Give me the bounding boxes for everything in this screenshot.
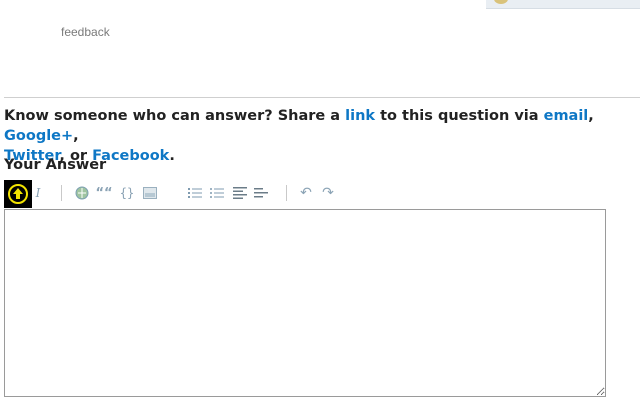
top-right-panel — [486, 0, 640, 9]
editor-toolbar: I ““ {} ↶ ↷ — [4, 180, 608, 208]
toolbar-separator — [286, 185, 287, 201]
share-period: . — [169, 148, 175, 164]
blockquote-button[interactable]: ““ — [95, 184, 113, 202]
heading-button[interactable] — [232, 184, 248, 202]
hyperlink-button[interactable] — [74, 184, 90, 202]
hyperlink-icon — [75, 186, 89, 200]
horizontal-rule-icon — [254, 188, 268, 198]
share-google-link[interactable]: Google+ — [4, 128, 73, 144]
share-prefix: Know someone who can answer? Share a — [4, 108, 346, 124]
share-comma: , — [73, 128, 79, 144]
bulleted-list-icon — [210, 188, 224, 198]
redo-icon: ↷ — [322, 185, 334, 201]
code-button[interactable]: {} — [118, 184, 136, 202]
feedback-link[interactable]: feedback — [61, 25, 110, 39]
share-link[interactable]: link — [345, 108, 375, 124]
toolbar-separator — [61, 185, 62, 201]
italic-button[interactable]: I — [33, 184, 43, 202]
image-icon — [143, 187, 157, 199]
upload-button[interactable] — [4, 180, 32, 208]
section-divider — [4, 97, 640, 98]
share-middle: to this question via — [375, 108, 544, 124]
horizontal-rule-button[interactable] — [253, 184, 269, 202]
undo-icon: ↶ — [300, 185, 312, 201]
image-button[interactable] — [142, 184, 158, 202]
italic-icon: I — [35, 186, 41, 200]
numbered-list-button[interactable] — [187, 184, 203, 202]
undo-button[interactable]: ↶ — [298, 184, 314, 202]
blockquote-icon: ““ — [95, 185, 113, 201]
bulleted-list-button[interactable] — [209, 184, 225, 202]
share-email-link[interactable]: email — [544, 108, 589, 124]
redo-button[interactable]: ↷ — [320, 184, 336, 202]
avatar — [494, 0, 508, 4]
code-icon: {} — [119, 186, 135, 200]
your-answer-heading: Your Answer — [4, 157, 107, 173]
upload-icon — [8, 184, 28, 204]
share-comma: , — [588, 108, 594, 124]
heading-icon — [233, 187, 247, 199]
numbered-list-icon — [188, 188, 202, 198]
answer-editor[interactable] — [4, 209, 606, 397]
